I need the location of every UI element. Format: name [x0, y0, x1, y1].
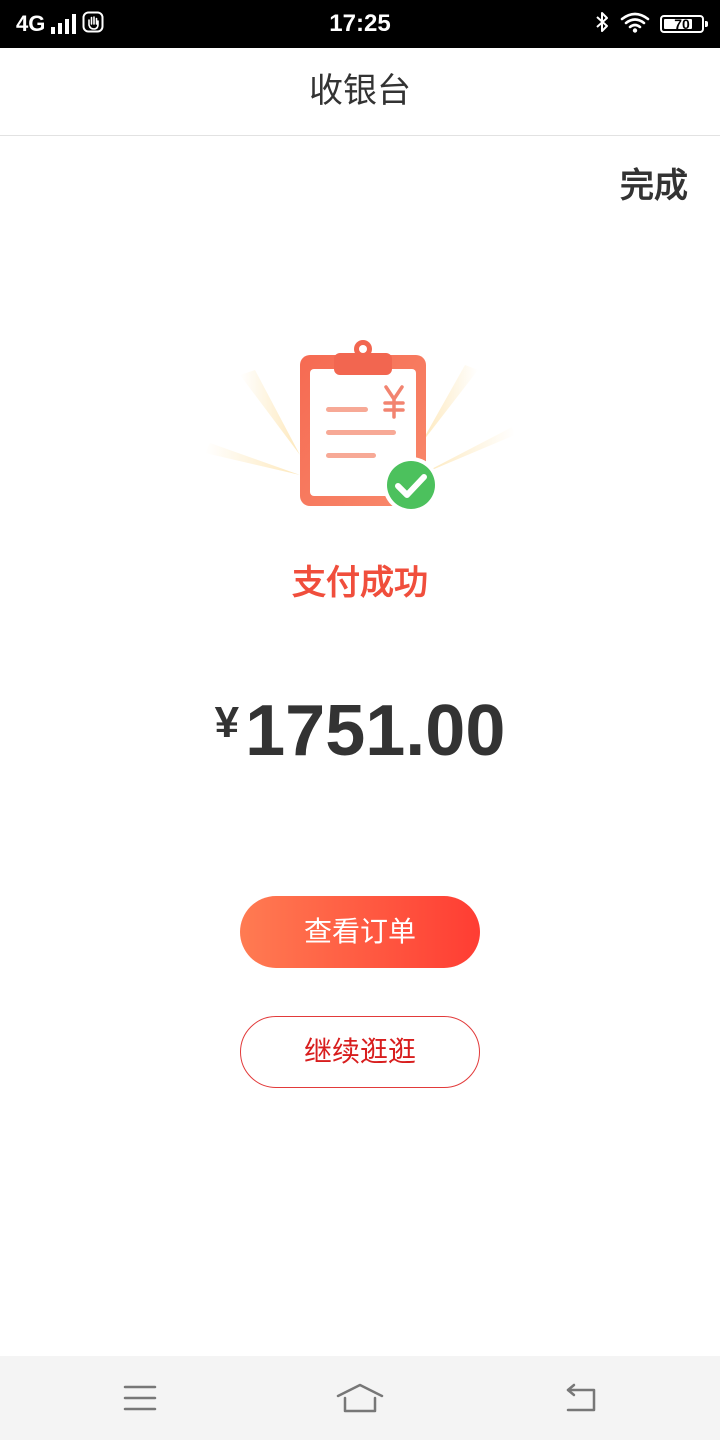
battery-level: 70	[674, 16, 690, 32]
amount-value: 1751.00	[245, 691, 506, 771]
continue-shopping-button[interactable]: 继续逛逛	[240, 1016, 480, 1088]
payment-success-message: 支付成功	[292, 563, 428, 603]
clipboard-success-icon	[200, 335, 520, 520]
battery-icon: 70	[660, 15, 708, 33]
payment-amount: ¥1751.00	[0, 690, 720, 772]
home-icon[interactable]	[320, 1356, 400, 1440]
view-order-button[interactable]: 查看订单	[240, 896, 480, 968]
done-button[interactable]: 完成	[620, 158, 688, 207]
menu-icon[interactable]	[100, 1356, 180, 1440]
navigation-bar	[0, 1356, 720, 1440]
header: 收银台	[0, 48, 720, 136]
currency-symbol: ¥	[214, 698, 240, 747]
back-icon[interactable]	[540, 1356, 620, 1440]
status-right: 70	[594, 0, 708, 48]
page-title: 收银台	[309, 71, 411, 111]
status-bar: 4G 17:25 70	[0, 0, 720, 48]
wifi-icon	[620, 11, 650, 37]
bluetooth-icon	[594, 10, 610, 38]
